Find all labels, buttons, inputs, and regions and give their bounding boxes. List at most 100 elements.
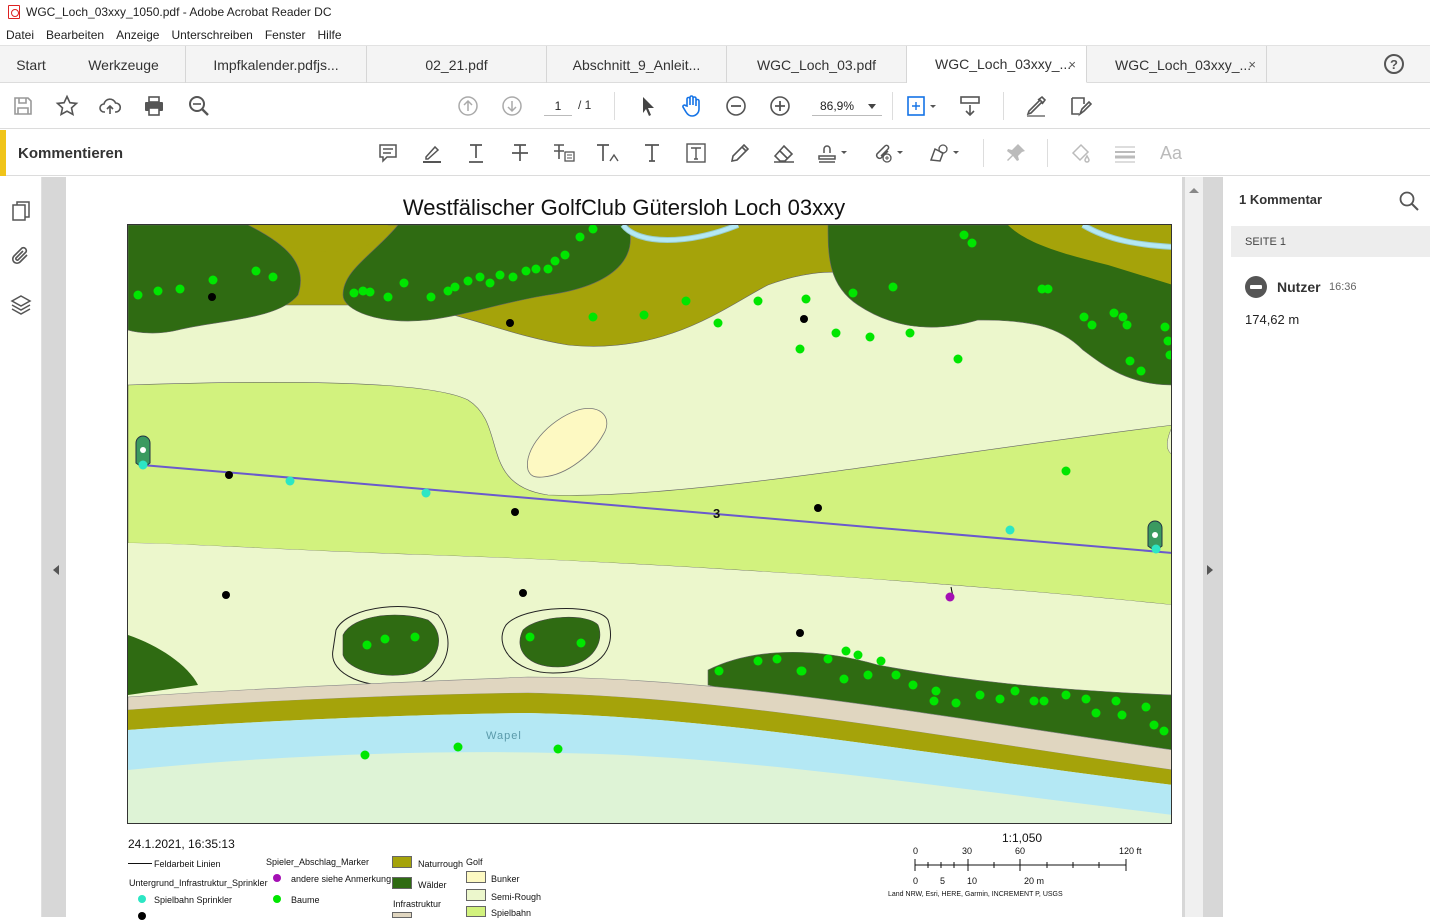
scroll-up-arrow-icon[interactable]: [1189, 183, 1199, 193]
scale-m-0: 0: [913, 876, 919, 886]
tree-point: [362, 640, 372, 650]
help-icon[interactable]: ?: [1384, 54, 1404, 74]
tree-point: [531, 264, 541, 274]
select-cursor-icon[interactable]: [636, 94, 660, 118]
pin-icon[interactable]: [1003, 141, 1029, 165]
tree-point: [865, 332, 875, 342]
tree-point: [525, 632, 535, 642]
replace-text-icon[interactable]: [551, 141, 577, 165]
print-icon[interactable]: [142, 94, 166, 118]
next-page-icon[interactable]: [500, 94, 524, 118]
save-icon[interactable]: [11, 94, 35, 118]
tab-document-1[interactable]: Impfkalender.pdfjs...: [186, 46, 367, 83]
toolbar-divider: [1003, 92, 1004, 120]
tab-label: 02_21.pdf: [425, 56, 488, 73]
menu-bearbeiten[interactable]: Bearbeiten: [46, 28, 104, 42]
scroll-mode-icon[interactable]: [958, 94, 982, 118]
fit-page-icon[interactable]: [904, 94, 940, 118]
menu-bar: Datei Bearbeiten Anzeige Unterschreiben …: [0, 24, 1430, 46]
add-text-icon[interactable]: [639, 141, 665, 165]
menu-unterschreiben[interactable]: Unterschreiben: [171, 28, 252, 42]
tree-point: [951, 698, 961, 708]
comment-text[interactable]: 174,62 m: [1245, 312, 1299, 327]
tab-werkzeuge[interactable]: Werkzeuge: [62, 46, 186, 83]
tree-point: [975, 690, 985, 700]
upload-cloud-icon[interactable]: [98, 94, 122, 118]
fill-color-icon[interactable]: [1068, 141, 1094, 165]
highlight-icon[interactable]: [419, 141, 445, 165]
page-section-header[interactable]: SEITE 1: [1231, 226, 1430, 257]
toolbar-divider: [892, 92, 893, 120]
search-icon[interactable]: [1398, 190, 1420, 217]
sticky-note-icon[interactable]: [375, 141, 401, 165]
zoom-level-select[interactable]: 86,9%: [812, 96, 882, 116]
tree-point: [639, 310, 649, 320]
zoom-search-icon[interactable]: [187, 94, 211, 118]
underline-text-icon[interactable]: [463, 141, 489, 165]
menu-fenster[interactable]: Fenster: [265, 28, 306, 42]
menu-anzeige[interactable]: Anzeige: [116, 28, 159, 42]
tab-document-2[interactable]: 02_21.pdf: [367, 46, 547, 83]
tab-close-icon[interactable]: ×: [1248, 57, 1256, 72]
infrastructure-point: [511, 508, 519, 516]
tree-point: [848, 288, 858, 298]
menu-hilfe[interactable]: Hilfe: [318, 28, 342, 42]
player-marker-point[interactable]: [945, 592, 955, 602]
attach-file-icon[interactable]: [871, 141, 907, 165]
tree-point: [133, 290, 143, 300]
tab-label: Abschnitt_9_Anleit...: [572, 56, 701, 73]
tree-island: [342, 614, 439, 676]
tab-document-5-active[interactable]: WGC_Loch_03xxy_... ×: [907, 46, 1087, 83]
stamp-icon[interactable]: [815, 141, 851, 165]
tree-point: [1159, 726, 1169, 736]
tree-point: [967, 238, 977, 248]
hand-tool-icon[interactable]: [680, 94, 704, 118]
collapse-left-panel-icon[interactable]: [48, 565, 59, 575]
eraser-icon[interactable]: [771, 141, 797, 165]
fill-sign-icon[interactable]: [1068, 94, 1092, 118]
sprinkler-point: [285, 476, 295, 486]
tree-point: [1081, 694, 1091, 704]
legend-untergrund: Untergrund_Infrastruktur_Sprinkler: [129, 878, 268, 888]
sign-pen-icon[interactable]: [1024, 94, 1048, 118]
tree-point: [268, 272, 278, 282]
vertical-scrollbar[interactable]: [1185, 177, 1203, 917]
tab-close-icon[interactable]: ×: [1068, 57, 1076, 72]
text-box-icon[interactable]: [683, 141, 709, 165]
line-weight-icon[interactable]: [1112, 141, 1138, 165]
menu-datei[interactable]: Datei: [6, 28, 34, 42]
document-viewport[interactable]: Westfälischer GolfClub Gütersloh Loch 03…: [42, 177, 1222, 920]
tree-point: [360, 750, 370, 760]
insert-text-icon[interactable]: [595, 141, 621, 165]
layers-icon[interactable]: [9, 293, 33, 322]
font-size-icon[interactable]: Aa: [1156, 141, 1186, 165]
tab-document-4[interactable]: WGC_Loch_03.pdf: [727, 46, 907, 83]
strikethrough-text-icon[interactable]: [507, 141, 533, 165]
zoom-out-icon[interactable]: [724, 94, 748, 118]
bookmark-star-icon[interactable]: [55, 94, 79, 118]
comment-toolbar-accent: [0, 130, 6, 176]
tree-point: [399, 278, 409, 288]
tab-document-6[interactable]: WGC_Loch_03xxy_... ×: [1087, 46, 1267, 83]
page-thumbnails-icon[interactable]: [9, 199, 33, 228]
tree-point: [713, 318, 723, 328]
tree-point: [208, 275, 218, 285]
tab-bar: Start Werkzeuge Impfkalender.pdfjs... 02…: [0, 46, 1430, 83]
tab-start[interactable]: Start: [0, 46, 62, 83]
tree-point: [450, 282, 460, 292]
page-number-input[interactable]: 1: [544, 96, 572, 116]
main-toolbar: 1 / 1 86,9%: [0, 83, 1430, 129]
draw-pencil-icon[interactable]: [727, 141, 753, 165]
zoom-in-icon[interactable]: [768, 94, 792, 118]
legend-walder: Wälder: [418, 880, 447, 890]
previous-page-icon[interactable]: [456, 94, 480, 118]
infrastructure-point: [519, 589, 527, 597]
tree-point: [153, 286, 163, 296]
attachments-paperclip-icon[interactable]: [9, 245, 33, 274]
sprinkler-point: [1005, 525, 1015, 535]
shapes-icon[interactable]: [927, 141, 963, 165]
golf-hole-map[interactable]: Wapel 3: [127, 224, 1172, 824]
scale-ft-0: 0: [913, 846, 919, 856]
tab-document-3[interactable]: Abschnitt_9_Anleit...: [547, 46, 727, 83]
collapse-right-panel-icon[interactable]: [1207, 565, 1218, 575]
